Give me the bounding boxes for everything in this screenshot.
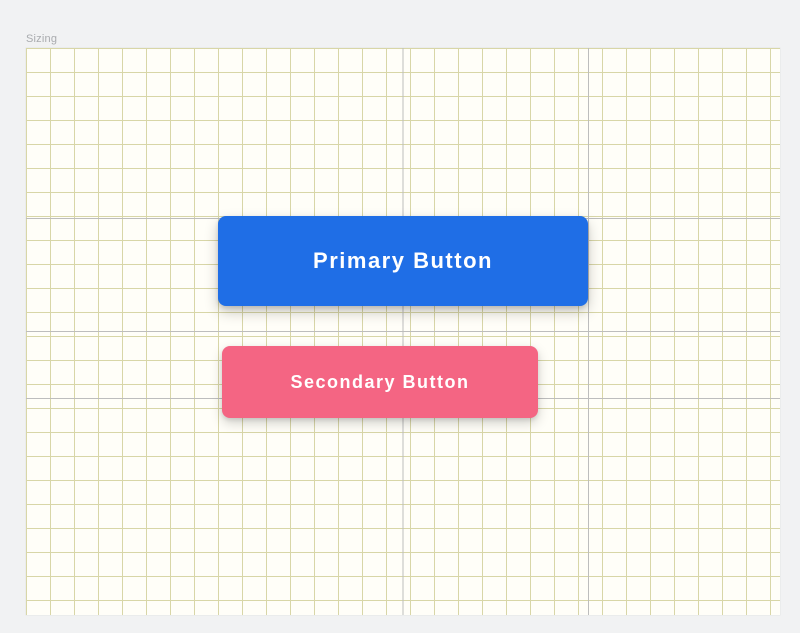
secondary-button-label: Secondary Button (290, 372, 469, 393)
design-canvas[interactable]: Primary Button Secondary Button (26, 48, 780, 615)
primary-button-label: Primary Button (313, 248, 493, 274)
frame-label: Sizing (26, 33, 57, 45)
primary-button[interactable]: Primary Button (218, 216, 588, 306)
secondary-button[interactable]: Secondary Button (222, 346, 538, 418)
guide-vertical (588, 48, 589, 615)
